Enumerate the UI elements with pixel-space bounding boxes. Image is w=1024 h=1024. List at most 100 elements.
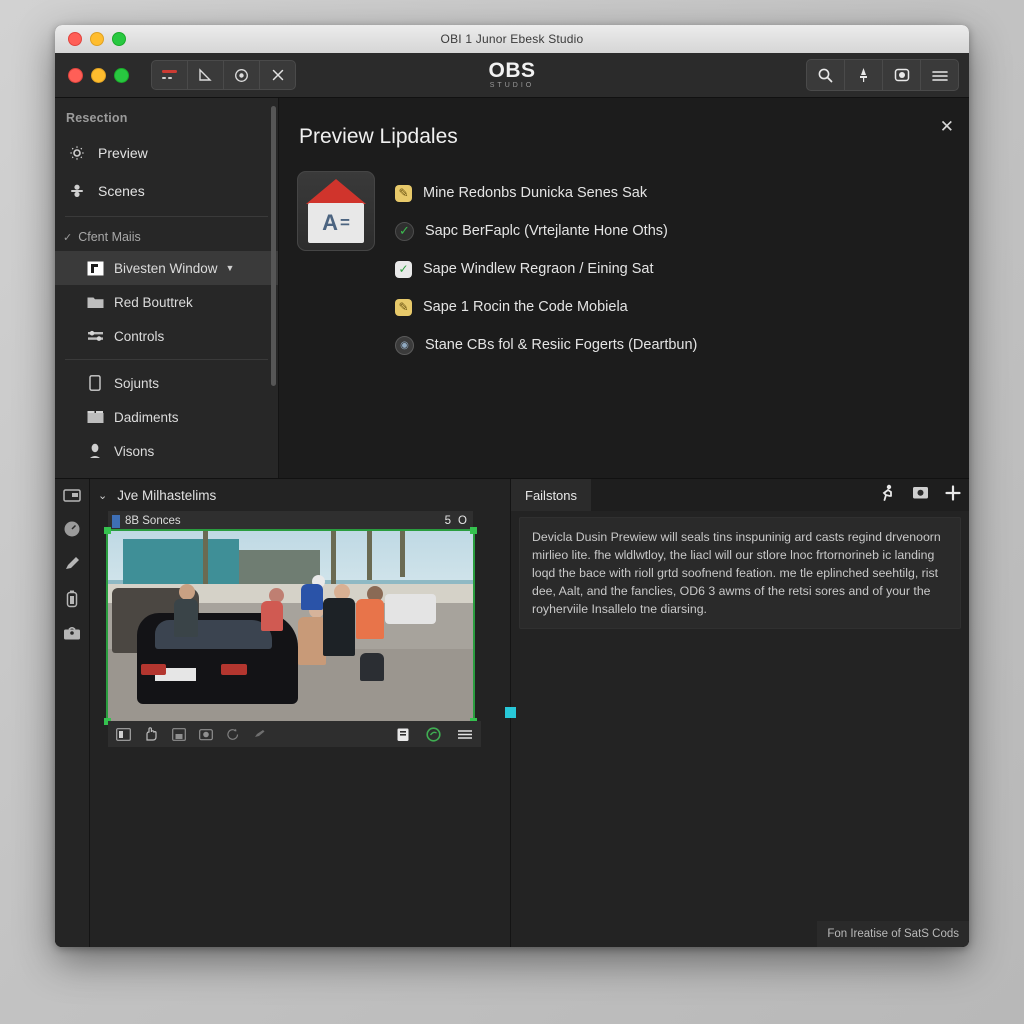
list-item[interactable]: ◉ Stane CBs fol & Resiic Fogerts (Deartb… xyxy=(395,326,697,364)
sidebar-group-header[interactable]: ✓ Cfent Maiis xyxy=(55,223,278,251)
list-item-label: Sape 1 Rocin the Code Mobiela xyxy=(423,299,628,315)
list-item[interactable]: ✎ Mine Redonbs Dunicka Senes Sak xyxy=(395,174,697,212)
phone-icon xyxy=(85,375,105,391)
list-item-label: Stane CBs fol & Resiic Fogerts (Deartbun… xyxy=(425,337,698,353)
page-title: Preview Lipdales xyxy=(299,125,458,148)
check-icon: ✓ xyxy=(395,221,414,241)
close-tool-button[interactable] xyxy=(260,61,295,89)
frame-icon[interactable] xyxy=(116,727,131,741)
sidebar-item-bivesten-window[interactable]: Bivesten Window ▼ xyxy=(55,251,278,285)
toolbox-icon[interactable] xyxy=(63,625,81,641)
sidebar-item-label: Dadiments xyxy=(114,409,179,425)
pencil-icon: ✎ xyxy=(395,184,412,202)
camera-icon[interactable] xyxy=(912,485,929,505)
resize-handle-tr[interactable] xyxy=(470,527,477,534)
obs-logo-subtitle: STUDIO xyxy=(489,81,535,89)
app-toolbar: OBS STUDIO xyxy=(55,53,969,98)
tab-label: Failstons xyxy=(525,487,578,503)
chevron-down-icon[interactable]: ⌄ xyxy=(98,489,107,502)
checklist: ✎ Mine Redonbs Dunicka Senes Sak ✓ Sapc … xyxy=(395,171,697,364)
clipboard-icon[interactable] xyxy=(396,727,410,742)
sidebar-item-scenes[interactable]: Scenes xyxy=(55,172,278,210)
list-icon[interactable] xyxy=(457,728,473,741)
app-body: Resection Preview Scenes ✓ Cfent Maiis B… xyxy=(55,98,969,478)
hand-icon[interactable] xyxy=(144,727,159,741)
list-item[interactable]: ✎ Sape 1 Rocin the Code Mobiela xyxy=(395,288,697,326)
source-card: 8B Sonces 5 O xyxy=(104,511,481,747)
list-item[interactable]: ✓ Sapc BerFaplc (Vrtejlante Hone Oths) xyxy=(395,212,697,250)
runner-icon[interactable] xyxy=(879,484,896,507)
sidebar-item-preview[interactable]: Preview xyxy=(55,134,278,172)
clock-button[interactable] xyxy=(224,61,260,89)
bottom-area: ⌄ Jve Milhastelims 8B Sonces 5 O Failsto… xyxy=(55,478,969,947)
person-icon xyxy=(85,443,105,459)
sidebar-item-dadiments[interactable]: Dadiments xyxy=(55,400,278,434)
source-title-bar[interactable]: 8B Sonces 5 O xyxy=(108,511,473,531)
radio-icon: ◉ xyxy=(395,335,414,355)
app-close-button[interactable] xyxy=(68,67,83,83)
sidebar-item-label: Controls xyxy=(114,328,165,344)
pin-icon[interactable] xyxy=(845,60,883,90)
obs-logo-text: OBS xyxy=(488,58,536,82)
properties-pane: Failstons Devicla Dusin Prewiew will sea… xyxy=(505,479,969,947)
battery-icon[interactable] xyxy=(66,590,78,608)
sidebar-section-label: Resection xyxy=(66,111,128,125)
sidebar-scrollbar[interactable] xyxy=(271,106,276,386)
sidebar-item-visons[interactable]: Visons xyxy=(55,434,278,468)
folder-icon xyxy=(85,295,105,309)
gauge-icon[interactable] xyxy=(63,520,81,538)
add-icon[interactable] xyxy=(945,484,961,506)
camera-icon[interactable] xyxy=(883,60,921,90)
archive-icon[interactable] xyxy=(63,487,81,503)
status-bar: Fon Ireatise of SatS Cods xyxy=(817,921,969,947)
sidebar: Resection Preview Scenes ✓ Cfent Maiis B… xyxy=(55,98,279,478)
sidebar-divider-2 xyxy=(65,359,268,360)
source-badge-circle: O xyxy=(458,515,467,527)
list-item[interactable]: ✓ Sape Windlew Regraon / Eining Sat xyxy=(395,250,697,288)
source-badges: 5 O xyxy=(445,515,467,527)
source-color-tag xyxy=(112,514,120,528)
sidebar-item-red-bouttrek[interactable]: Red Bouttrek xyxy=(55,285,278,319)
os-minimize-button[interactable] xyxy=(90,32,104,46)
tabstrip: Failstons xyxy=(511,479,969,511)
search-icon[interactable] xyxy=(807,60,845,90)
app-minimize-button[interactable] xyxy=(91,67,106,83)
toolbar-right-group xyxy=(806,59,959,91)
list-item-label: Sapc BerFaplc (Vrtejlante Hone Oths) xyxy=(425,223,668,239)
splitter-handle[interactable] xyxy=(505,707,516,718)
tab-failstons[interactable]: Failstons xyxy=(511,479,592,511)
os-titlebar: OBI 1 Junor Ebesk Studio xyxy=(55,25,969,54)
brush-icon[interactable] xyxy=(253,728,266,740)
record-button[interactable] xyxy=(152,61,188,89)
chevron-down-icon[interactable]: ▼ xyxy=(226,263,235,273)
app-zoom-button[interactable] xyxy=(114,67,129,83)
sidebar-divider xyxy=(65,216,268,217)
image-icon[interactable] xyxy=(199,728,213,741)
source-badge-number: 5 xyxy=(444,515,452,527)
document-letter-a: A xyxy=(322,210,338,235)
os-close-button[interactable] xyxy=(68,32,82,46)
close-icon[interactable]: ✕ xyxy=(940,118,954,135)
pen-icon[interactable] xyxy=(63,555,81,573)
screenshot-root: OBI 1 Junor Ebesk Studio OBS STUDIO Rese… xyxy=(0,0,1024,1024)
document-letter: A = xyxy=(308,203,364,243)
check-icon: ✓ xyxy=(395,260,412,278)
triangle-tool-button[interactable] xyxy=(188,61,224,89)
sidebar-item-controls[interactable]: Controls xyxy=(55,319,278,353)
preview-canvas[interactable] xyxy=(104,527,477,725)
os-window-title: OBI 1 Junor Ebesk Studio xyxy=(440,32,584,46)
refresh-icon[interactable] xyxy=(226,728,240,741)
shield-icon[interactable] xyxy=(426,726,441,742)
sidebar-item-label: Preview xyxy=(98,145,148,161)
obs-app-window: OBS STUDIO Resection Preview Scenes ✓ Cf… xyxy=(55,53,969,947)
live-preview-pane: ⌄ Jve Milhastelims 8B Sonces 5 O xyxy=(90,479,511,947)
window-icon xyxy=(85,261,105,276)
os-zoom-button[interactable] xyxy=(112,32,126,46)
roof-shape xyxy=(306,179,366,204)
resize-handle-tl[interactable] xyxy=(104,527,111,534)
pane-header[interactable]: ⌄ Jve Milhastelims xyxy=(90,479,510,511)
preview-photo xyxy=(108,531,473,721)
sidebar-item-sojunts[interactable]: Sojunts xyxy=(55,366,278,400)
menu-icon[interactable] xyxy=(921,60,958,90)
save-icon[interactable] xyxy=(172,727,186,741)
